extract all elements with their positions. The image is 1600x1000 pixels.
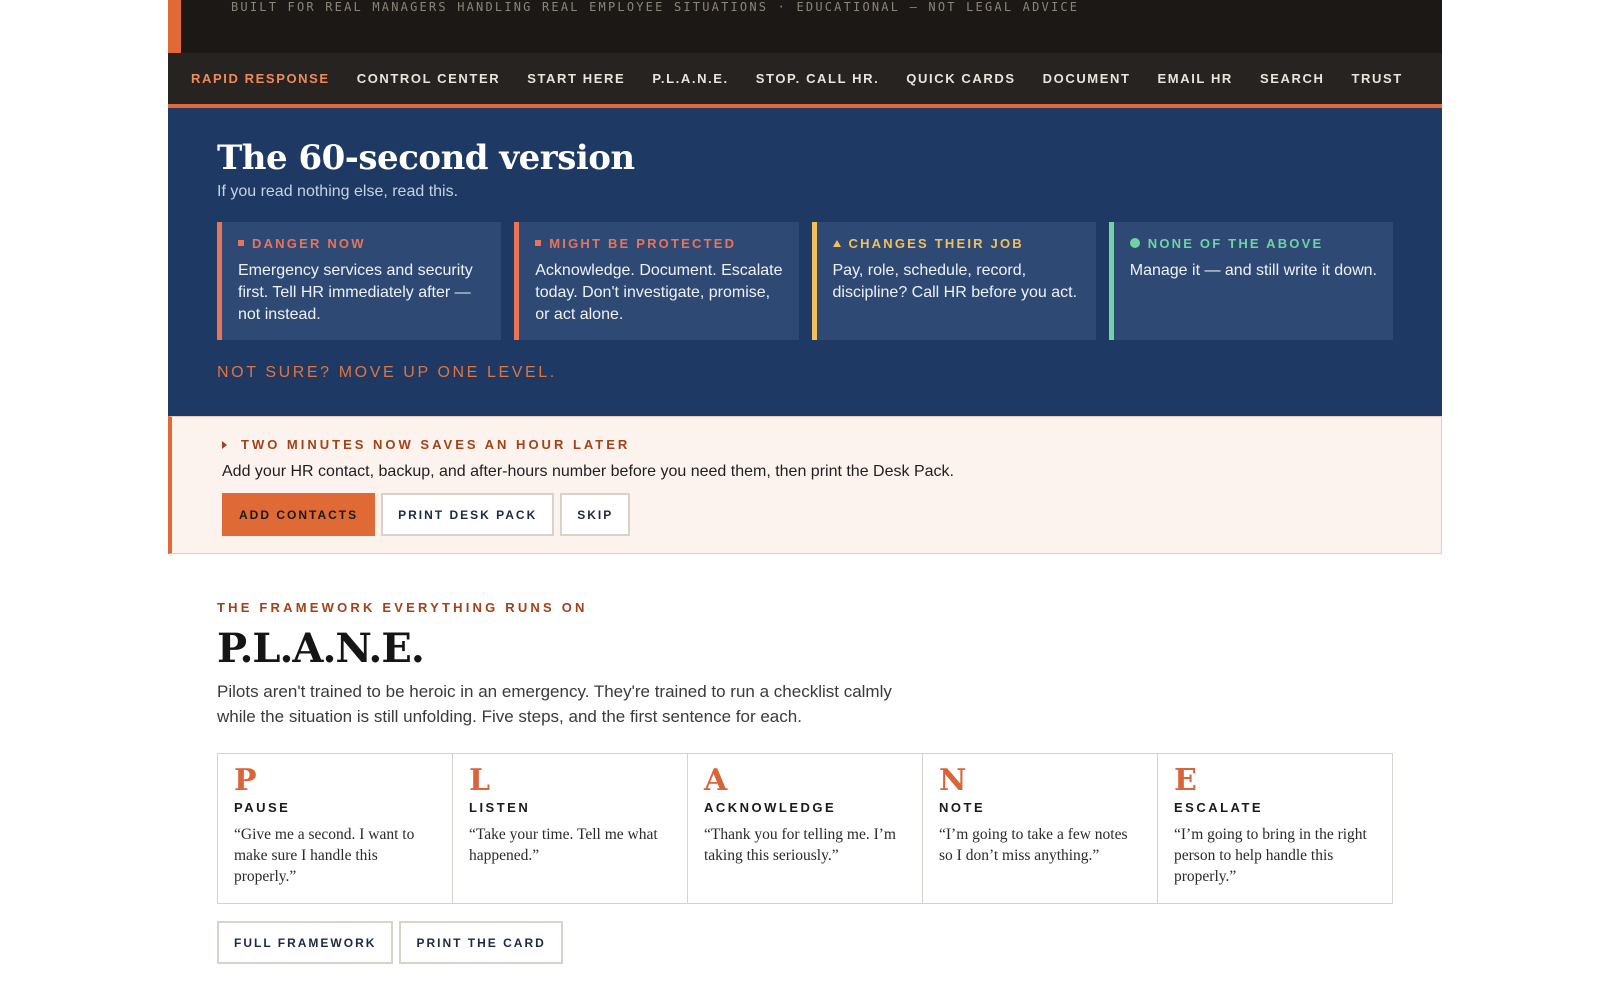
square-marker-icon — [238, 240, 244, 247]
triage-card-body: Pay, role, schedule, record, discipline?… — [832, 261, 1078, 301]
step-word: PAUSE — [234, 800, 291, 815]
nav-item-document[interactable]: DOCUMENT — [1043, 71, 1131, 86]
nav-item-control-center[interactable]: CONTROL CENTER — [357, 71, 501, 86]
triage-card-none-of-the-above: NONE OF THE ABOVE Manage it — and still … — [1108, 221, 1393, 340]
callout-message: Add your HR contact, backup, and after-h… — [222, 463, 954, 480]
nav-item-search[interactable]: SEARCH — [1260, 71, 1325, 86]
step-letter: L — [469, 763, 491, 798]
nav-item-rapid-response[interactable]: RAPID RESPONSE — [191, 71, 330, 86]
dot-marker-icon — [1129, 238, 1140, 249]
plane-intro: Pilots aren't trained to be heroic in an… — [217, 682, 892, 726]
print-desk-pack-button[interactable]: PRINT DESK PACK — [381, 493, 555, 536]
plane-step-acknowledge: A ACKNOWLEDGE “Thank you for telling me.… — [688, 754, 923, 903]
step-quote: “I’m going to take a few notes so I don’… — [939, 826, 1128, 864]
plane-step-pause: P PAUSE “Give me a second. I want to mak… — [218, 754, 453, 903]
triage-card-might-be-protected: MIGHT BE PROTECTED Acknowledge. Document… — [514, 221, 799, 340]
sixty-second-subtitle: If you read nothing else, read this. — [217, 182, 459, 200]
tagline: BUILT FOR REAL MANAGERS HANDLING REAL EM… — [231, 0, 1080, 14]
triage-card-body: Emergency services and security first. T… — [238, 261, 473, 323]
skip-button[interactable]: SKIP — [560, 493, 631, 536]
triage-card-label: MIGHT BE PROTECTED — [549, 235, 737, 251]
page-frame: BUILT FOR REAL MANAGERS HANDLING REAL EM… — [168, 0, 1442, 964]
step-letter: P — [234, 763, 257, 798]
plane-step-note: N NOTE “I’m going to take a few notes so… — [923, 754, 1158, 903]
caret-right-icon — [222, 440, 227, 449]
plane-step-escalate: E ESCALATE “I’m going to bring in the ri… — [1158, 754, 1392, 903]
plane-step-listen: L LISTEN “Take your time. Tell me what h… — [453, 754, 688, 903]
plane-actions: FULL FRAMEWORK PRINT THE CARD — [217, 921, 1393, 964]
triage-cards: DANGER NOW Emergency services and securi… — [217, 221, 1393, 340]
step-quote: “I’m going to bring in the right person … — [1174, 826, 1367, 885]
add-contacts-button[interactable]: ADD CONTACTS — [222, 493, 376, 536]
plane-title: P.L.A.N.E. — [217, 625, 425, 672]
triage-card-changes-their-job: CHANGES THEIR JOB Pay, role, schedule, r… — [811, 221, 1096, 340]
not-sure-hint: NOT SURE? MOVE UP ONE LEVEL. — [217, 364, 557, 381]
nav-item-plane[interactable]: P.L.A.N.E. — [652, 71, 728, 86]
triage-card-body: Manage it — and still write it down. — [1129, 261, 1377, 279]
step-quote: “Give me a second. I want to make sure I… — [234, 826, 415, 885]
step-letter: N — [939, 763, 967, 798]
nav-item-stop-call-hr[interactable]: STOP. CALL HR. — [756, 71, 880, 86]
full-framework-button[interactable]: FULL FRAMEWORK — [217, 921, 394, 964]
triangle-marker-icon — [832, 239, 841, 247]
nav-item-email-hr[interactable]: EMAIL HR — [1158, 71, 1233, 86]
step-word: LISTEN — [469, 800, 531, 815]
sixty-second-panel: The 60-second version If you read nothin… — [168, 108, 1442, 416]
plane-steps: P PAUSE “Give me a second. I want to mak… — [217, 753, 1393, 904]
triage-card-danger-now: DANGER NOW Emergency services and securi… — [217, 221, 502, 340]
square-marker-icon — [535, 240, 542, 247]
step-letter: E — [1174, 763, 1197, 798]
step-letter: A — [704, 763, 728, 798]
step-quote: “Take your time. Tell me what happened.” — [469, 826, 658, 864]
nav-item-start-here[interactable]: START HERE — [527, 71, 625, 86]
print-the-card-button[interactable]: PRINT THE CARD — [399, 921, 563, 964]
callout-heading: TWO MINUTES NOW SAVES AN HOUR LATER — [241, 437, 631, 452]
step-word: ACKNOWLEDGE — [704, 800, 837, 815]
step-word: ESCALATE — [1174, 800, 1264, 815]
triage-card-label: NONE OF THE ABOVE — [1147, 235, 1324, 251]
step-quote: “Thank you for telling me. I’m taking th… — [704, 826, 896, 864]
callout-actions: ADD CONTACTS PRINT DESK PACK SKIP — [222, 493, 1441, 536]
nav-item-quick-cards[interactable]: QUICK CARDS — [906, 71, 1015, 86]
contacts-callout: TWO MINUTES NOW SAVES AN HOUR LATER Add … — [168, 416, 1442, 554]
plane-eyebrow: THE FRAMEWORK EVERYTHING RUNS ON — [217, 600, 588, 615]
triage-card-label: DANGER NOW — [252, 235, 366, 251]
top-strip: BUILT FOR REAL MANAGERS HANDLING REAL EM… — [168, 0, 1442, 53]
nav-item-trust[interactable]: TRUST — [1351, 71, 1402, 86]
triage-card-label: CHANGES THEIR JOB — [848, 235, 1024, 251]
triage-card-body: Acknowledge. Document. Escalate today. D… — [535, 261, 783, 323]
sixty-second-title: The 60-second version — [217, 138, 635, 178]
plane-section: THE FRAMEWORK EVERYTHING RUNS ON P.L.A.N… — [168, 554, 1442, 964]
step-word: NOTE — [939, 800, 986, 815]
main-nav: RAPID RESPONSE CONTROL CENTER START HERE… — [168, 53, 1442, 108]
